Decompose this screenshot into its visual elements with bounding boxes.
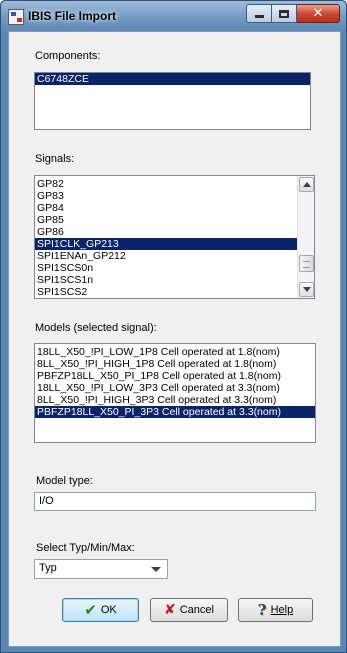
typ-min-max-select[interactable]: Typ xyxy=(34,559,168,579)
model-list-item[interactable]: 8LL_X50_!PI_HIGH_1P8 Cell operated at 1.… xyxy=(35,358,315,370)
close-icon: ✕ xyxy=(312,6,324,21)
title-bar[interactable]: IBIS File Import ✕ xyxy=(1,1,346,31)
models-list[interactable]: 18LL_X50_!PI_LOW_1P8 Cell operated at 1.… xyxy=(34,343,316,443)
minimize-icon xyxy=(254,15,264,18)
signal-list-item[interactable]: GP84 xyxy=(35,202,297,214)
x-icon: ✘ xyxy=(164,602,176,618)
ibis-import-window: IBIS File Import ✕ Components: C6748ZCE … xyxy=(0,0,347,653)
signals-list[interactable]: GP82 GP83 GP84 GP85 GP86 SPI1CLK_GP213 SPI1ENA… xyxy=(34,175,315,299)
model-list-item[interactable]: PBFZP18LL_X50_PI_3P3 Cell operated at 3.… xyxy=(35,406,315,418)
chevron-down-icon xyxy=(302,287,311,292)
question-icon: ? xyxy=(257,601,267,619)
scroll-down-button[interactable] xyxy=(299,282,314,297)
signal-list-item[interactable]: SPI1SCS1n xyxy=(35,274,297,286)
typ-min-max-label: Select Typ/Min/Max: xyxy=(36,542,135,554)
help-label: Help xyxy=(270,604,294,616)
components-label: Components: xyxy=(35,50,101,62)
signal-list-item[interactable]: GP86 xyxy=(35,226,297,238)
signal-list-item[interactable]: SPI1ENAn_GP212 xyxy=(35,250,297,262)
ok-label: OK xyxy=(100,604,117,616)
window-title: IBIS File Import xyxy=(28,9,117,23)
chevron-up-icon xyxy=(302,182,311,187)
ok-button[interactable]: ✔ OK xyxy=(62,598,139,622)
model-list-item[interactable]: 18LL_X50_!PI_LOW_3P3 Cell operated at 3.… xyxy=(35,382,315,394)
model-list-item[interactable]: PBFZP18LL_X50_PI_1P8 Cell operated at 1.… xyxy=(35,370,315,382)
chevron-down-icon xyxy=(151,567,161,572)
signal-list-item[interactable]: GP83 xyxy=(35,190,297,202)
maximize-button[interactable] xyxy=(272,4,297,23)
cancel-button[interactable]: ✘ Cancel xyxy=(150,598,228,622)
components-list[interactable]: C6748ZCE xyxy=(34,72,311,130)
model-type-field[interactable]: I/O xyxy=(34,492,316,511)
check-icon: ✔ xyxy=(84,601,97,619)
signal-list-item[interactable]: GP85 xyxy=(35,214,297,226)
dialog-body: Components: C6748ZCE Signals: GP82 GP83 GP… xyxy=(8,31,341,647)
signal-list-item[interactable]: SPI1SCS2 xyxy=(35,286,297,298)
app-icon xyxy=(8,9,24,25)
model-list-item[interactable]: 8LL_X50_!PI_HIGH_3P3 Cell operated at 3.… xyxy=(35,394,315,406)
cancel-label: Cancel xyxy=(179,604,214,616)
component-list-item[interactable]: C6748ZCE xyxy=(35,73,310,85)
scroll-thumb[interactable] xyxy=(299,255,314,272)
model-list-item[interactable]: 18LL_X50_!PI_LOW_1P8 Cell operated at 1.… xyxy=(35,346,315,358)
minimize-button[interactable] xyxy=(246,4,272,23)
signals-scrollbar[interactable] xyxy=(297,176,314,298)
close-button[interactable]: ✕ xyxy=(297,4,340,23)
signal-list-item[interactable]: SPI1SCS0n xyxy=(35,262,297,274)
signals-label: Signals: xyxy=(35,153,75,165)
model-type-label: Model type: xyxy=(36,475,93,487)
signal-list-item[interactable]: SPI1CLK_GP213 xyxy=(35,238,297,250)
help-button[interactable]: ? Help xyxy=(238,598,313,622)
maximize-icon xyxy=(279,9,289,18)
typ-min-max-value: Typ xyxy=(39,562,57,574)
window-controls: ✕ xyxy=(246,4,340,24)
models-label: Models (selected signal): xyxy=(35,322,157,334)
signal-list-item[interactable]: GP82 xyxy=(35,178,297,190)
scroll-up-button[interactable] xyxy=(299,177,314,192)
